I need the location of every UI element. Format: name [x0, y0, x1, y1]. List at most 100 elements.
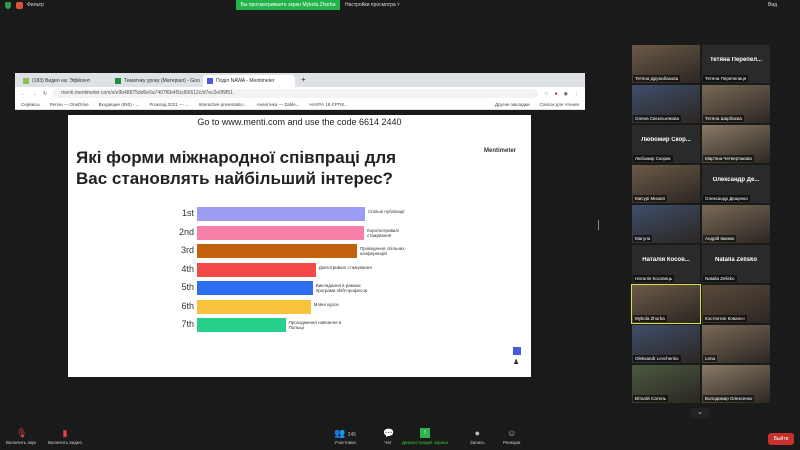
tab-label: Поділ NAWA - Mentimeter: [216, 78, 275, 84]
bookmark[interactable]: Регіон — OneDrive: [50, 102, 89, 107]
participants-label: Участники: [334, 440, 356, 445]
extension-icon[interactable]: ●: [555, 91, 558, 97]
top-bar: Фильтр Вы просматриваете экран Mykola Zh…: [0, 0, 800, 12]
video-label: Включить видео: [48, 440, 82, 445]
reactions-label: Реакции: [503, 440, 521, 445]
bar-2nd: [197, 225, 364, 240]
bookmark[interactable]: Аналітика — Zable...: [257, 102, 300, 107]
slide-controls[interactable]: ♟: [513, 347, 521, 367]
start-video-button[interactable]: ▮ Включить видео: [48, 428, 82, 445]
view-settings-button[interactable]: Настройки просмотра ˅: [345, 0, 400, 10]
chat-label: Чат: [384, 440, 392, 445]
chevron-down-icon[interactable]: ⌄: [690, 408, 710, 418]
bookmark[interactable]: Сервисы: [21, 102, 40, 107]
participant-tile[interactable]: Наталія Косов... Наталія Косовець: [632, 245, 700, 283]
participant-tile[interactable]: Тетяна Друзюбакова: [632, 45, 700, 83]
participant-tile[interactable]: Любомир Скор... Любомир Скорик: [632, 125, 700, 163]
participant-tile[interactable]: Олександр Де... Олександр Дещенко: [702, 165, 770, 203]
bookmark[interactable]: Другие закладки: [495, 102, 529, 107]
participant-name: Мисурі Михаїл: [633, 195, 668, 202]
participant-name: Mykola Zhurba: [633, 315, 667, 322]
join-code-line: Go to www.menti.com and use the code 661…: [197, 117, 402, 127]
back-icon[interactable]: ←: [21, 91, 26, 97]
record-icon: ●: [474, 428, 481, 438]
participant-tile[interactable]: Мар'яна Четвертакова: [702, 125, 770, 163]
reload-icon[interactable]: ↻: [43, 91, 47, 97]
bar-label: Викладання в рамках програми shift-профе…: [315, 283, 368, 293]
forward-icon[interactable]: →: [32, 91, 37, 97]
tab-mentimeter[interactable]: Поділ NAWA - Mentimeter: [203, 75, 295, 87]
participant-name: Андрій Іванюк: [703, 235, 737, 242]
participant-tile[interactable]: Lena: [702, 325, 770, 363]
rank-label: 4th: [181, 263, 194, 274]
security-shield-icon[interactable]: [5, 2, 11, 9]
tab-strip: (183) Видео на: Эфйсент Тематику уроку (…: [15, 73, 585, 87]
bar-label: Проведення спільних конференцій: [359, 246, 405, 256]
view-button[interactable]: Вид: [768, 0, 777, 10]
participant-name: Любомир Скорик: [633, 155, 673, 162]
chat-button[interactable]: 💬 Чат: [383, 428, 395, 445]
viewing-banner: Вы просматриваете экран Mykola Zhurba: [236, 0, 340, 10]
participant-tile[interactable]: Мисурі Михаїл: [632, 165, 700, 203]
participants-count: 245: [347, 432, 357, 438]
bookmark[interactable]: Розклад 2021 — ...: [149, 102, 188, 107]
rank-label: 5th: [181, 282, 194, 292]
bar-4th: [197, 262, 316, 277]
participant-display-name: Любомир Скор...: [641, 137, 691, 143]
shared-browser-window: (183) Видео на: Эфйсент Тематику уроку (…: [15, 73, 585, 377]
rank-label: 3rd: [180, 245, 194, 255]
new-tab-icon[interactable]: +: [295, 75, 312, 87]
filter-label: Фильтр: [27, 2, 44, 8]
bar-5th: [197, 281, 313, 295]
participant-tile[interactable]: Олена Свєкльнякова: [632, 85, 700, 123]
participant-name: Наталія Косовець: [633, 275, 675, 282]
participant-tile[interactable]: Mykola Zhurba: [631, 284, 701, 324]
bar-label: Мовні курси: [313, 301, 339, 307]
bookmark[interactable]: Interactive presentatio...: [199, 102, 247, 107]
url-input[interactable]: menti.mentimeter.com/s/e9b48875dd6e0a740…: [53, 89, 539, 98]
participant-tile[interactable]: Віталій Сатель: [632, 365, 700, 403]
menu-icon[interactable]: ⋮: [574, 91, 579, 97]
participant-name: Мар'яна Четвертакова: [703, 155, 754, 162]
share-screen-icon: ↑: [419, 428, 430, 438]
splitter-handle[interactable]: [598, 220, 599, 230]
participant-tile[interactable]: Володимир Олексенко: [702, 365, 770, 403]
participant-name: Віталій Сатель: [633, 395, 668, 402]
participant-name: Магула: [633, 235, 653, 242]
mentimeter-icon: [207, 78, 213, 84]
participant-tile[interactable]: Андрій Іванюк: [702, 205, 770, 243]
bookmark[interactable]: Входящие (850) - ...: [99, 102, 140, 107]
star-icon[interactable]: ☆: [544, 91, 548, 97]
reactions-button[interactable]: ☺ Реакции: [503, 428, 520, 445]
participant-tile[interactable]: Тетяна Перепел... Тетяна Перепелиця: [702, 45, 770, 83]
filter-icon[interactable]: [16, 2, 23, 9]
participant-tile[interactable]: Oleksandr Levchenko: [632, 325, 700, 363]
mentimeter-slide: Go to www.menti.com and use the code 661…: [68, 115, 531, 377]
unmute-button[interactable]: 🎙 Включить звук: [6, 428, 36, 445]
participant-tile[interactable]: Магула: [632, 205, 700, 243]
favicon-icon: [23, 78, 29, 84]
record-button[interactable]: ● Запись: [470, 428, 485, 445]
leave-button[interactable]: Выйти: [768, 433, 794, 445]
tab-sheets[interactable]: Тематику уроку (Матеріал) - Goo: [111, 75, 203, 87]
bookmark[interactable]: Список для чтения: [540, 102, 579, 107]
profile-avatar[interactable]: ◉: [564, 91, 568, 97]
muted-mic-icon: 🎙: [16, 428, 28, 438]
participant-display-name: Олександр Де...: [712, 177, 760, 183]
bookmarks-bar: Сервисы Регіон — OneDrive Входящие (850)…: [15, 100, 585, 110]
bar-label: Проходження навчання в Польщі: [288, 320, 342, 330]
participants-button[interactable]: 👥 245 Участники: [334, 428, 356, 445]
participant-tile[interactable]: Костянтин Ковальч: [702, 285, 770, 323]
bookmark[interactable]: НАУРА 18 ЄРТІК...: [309, 102, 348, 107]
bar-label: Довготривалі стажування: [318, 264, 372, 270]
share-screen-button[interactable]: ↑ Демонстрация экрана: [402, 428, 448, 445]
tab-video[interactable]: (183) Видео на: Эфйсент: [19, 75, 111, 87]
participant-tile[interactable]: Natalia Zelisko Natalia Zelisko: [702, 245, 770, 283]
video-off-icon: ▮: [62, 428, 68, 438]
chat-icon: 💬: [383, 428, 395, 438]
participant-tile[interactable]: Тетяна Шарбаєва: [702, 85, 770, 123]
record-label: Запись: [470, 440, 485, 445]
meeting-toolbar: 🎙 Включить звук ▮ Включить видео 👥 245 Учас…: [0, 426, 800, 450]
participant-name: Lena: [703, 355, 718, 362]
sheets-icon: [115, 78, 121, 84]
